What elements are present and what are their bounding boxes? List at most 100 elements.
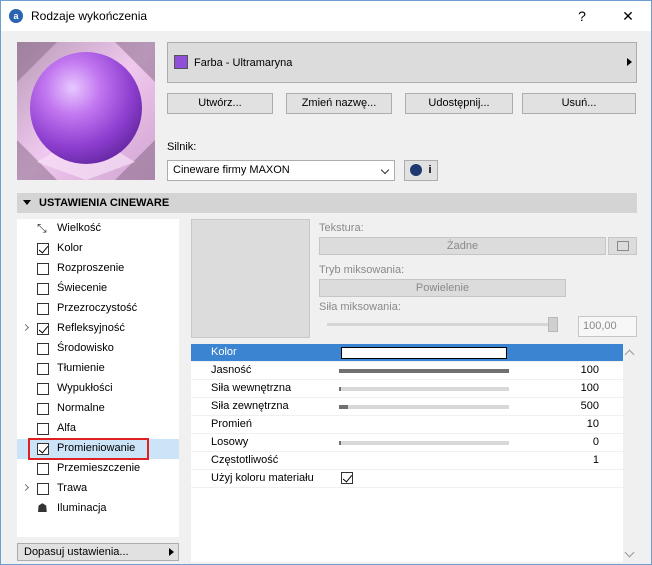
property-row-frequency[interactable]: Częstotliwość 1 <box>191 452 623 470</box>
channel-checkbox[interactable] <box>37 263 49 275</box>
channel-item-transparency[interactable]: Przezroczystość <box>17 299 179 319</box>
channel-label: Kolor <box>57 242 83 254</box>
property-row-radius[interactable]: Promień 10 <box>191 416 623 434</box>
texture-preview <box>191 219 310 338</box>
property-name: Siła zewnętrzna <box>211 400 289 412</box>
channel-checkbox[interactable] <box>37 383 49 395</box>
blend-strength-input[interactable]: 100,00 <box>578 316 637 337</box>
property-name: Użyj koloru materiału <box>211 472 314 484</box>
blend-strength-label: Siła miksowania: <box>319 301 401 313</box>
property-row-color[interactable]: Kolor <box>191 344 623 362</box>
channel-label: Trawa <box>57 482 88 494</box>
channel-item-bump[interactable]: Wypukłości <box>17 379 179 399</box>
property-name: Losowy <box>211 436 249 448</box>
property-row-brightness[interactable]: Jasność 100 <box>191 362 623 380</box>
channel-checkbox[interactable] <box>37 403 49 415</box>
window-title: Rodzaje wykończenia <box>31 9 148 23</box>
channel-checkbox[interactable] <box>37 303 49 315</box>
rename-button[interactable]: Zmień nazwę... <box>286 93 392 114</box>
property-name: Częstotliwość <box>211 454 279 466</box>
inner-strength-slider-fill <box>339 387 341 391</box>
blend-strength-slider[interactable] <box>327 323 557 326</box>
help-button[interactable]: ? <box>559 1 605 31</box>
outer-strength-slider-fill <box>339 405 348 409</box>
property-row-outer-strength[interactable]: Siła zewnętrzna 500 <box>191 398 623 416</box>
selection-highlight-annotation <box>28 438 149 460</box>
channel-item-normal[interactable]: Normalne <box>17 399 179 419</box>
use-material-color-checkbox[interactable] <box>341 472 353 484</box>
property-row-inner-strength[interactable]: Siła wewnętrzna 100 <box>191 380 623 398</box>
create-button[interactable]: Utwórz... <box>167 93 273 114</box>
channel-item-alpha[interactable]: Alfa <box>17 419 179 439</box>
channel-label: Rozproszenie <box>57 262 125 274</box>
channel-checkbox[interactable] <box>37 363 49 375</box>
share-button[interactable]: Udostępnij... <box>405 93 513 114</box>
property-value[interactable]: 1 <box>593 454 599 466</box>
channel-list: ⤡ Wielkość Kolor Rozproszenie Świecenie … <box>17 219 179 537</box>
inner-strength-slider[interactable] <box>339 387 509 391</box>
material-selector[interactable]: Farba - Ultramaryna <box>167 42 637 83</box>
channel-item-size[interactable]: ⤡ Wielkość <box>17 219 179 239</box>
channel-label: Normalne <box>57 402 105 414</box>
blend-strength-slider-thumb[interactable] <box>548 317 558 332</box>
random-slider-fill <box>339 441 341 445</box>
engine-info-button[interactable]: i <box>404 160 438 181</box>
channel-item-fog[interactable]: Tłumienie <box>17 359 179 379</box>
channel-label: Środowisko <box>57 342 114 354</box>
texture-browse-button[interactable] <box>608 237 637 255</box>
channel-item-diffusion[interactable]: Rozproszenie <box>17 259 179 279</box>
channel-checkbox[interactable] <box>37 463 49 475</box>
texture-select-button[interactable]: Żadne <box>319 237 606 255</box>
brightness-slider[interactable] <box>339 369 509 373</box>
property-value[interactable]: 0 <box>593 436 599 448</box>
illumination-icon: ☗ <box>37 501 48 515</box>
channel-item-environment[interactable]: Środowisko <box>17 339 179 359</box>
property-value[interactable]: 100 <box>581 382 599 394</box>
blend-mode-select[interactable]: Powielenie <box>319 279 566 297</box>
property-name: Promień <box>211 418 252 430</box>
brightness-slider-fill <box>339 369 509 373</box>
cineware-settings-header[interactable]: USTAWIENIA CINEWARE <box>17 193 637 213</box>
channel-label: Wypukłości <box>57 382 113 394</box>
material-swatch <box>174 55 188 69</box>
channel-checkbox[interactable] <box>37 483 49 495</box>
engine-select-value: Cineware firmy MAXON <box>173 164 290 176</box>
property-name: Jasność <box>211 364 252 376</box>
random-slider[interactable] <box>339 441 509 445</box>
chevron-down-icon <box>380 165 390 175</box>
properties-scrollbar[interactable] <box>623 344 637 562</box>
expand-chevron-icon[interactable] <box>21 483 30 492</box>
property-row-use-material-color[interactable]: Użyj koloru materiału <box>191 470 623 488</box>
app-logo-icon: a <box>9 9 23 23</box>
property-value[interactable]: 500 <box>581 400 599 412</box>
channel-item-displacement[interactable]: Przemieszczenie <box>17 459 179 479</box>
section-title: USTAWIENIA CINEWARE <box>39 197 170 209</box>
channel-item-luminance[interactable]: Świecenie <box>17 279 179 299</box>
channel-label: Świecenie <box>57 282 108 294</box>
outer-strength-slider[interactable] <box>339 405 509 409</box>
color-picker-field[interactable] <box>341 347 507 359</box>
channel-label: Wielkość <box>57 222 102 234</box>
material-preview <box>17 42 155 180</box>
channel-checkbox[interactable] <box>37 243 49 255</box>
channel-item-reflectance[interactable]: Refleksyjność <box>17 319 179 339</box>
channel-checkbox[interactable] <box>37 343 49 355</box>
channel-label: Alfa <box>57 422 76 434</box>
expand-chevron-icon[interactable] <box>21 323 30 332</box>
material-name: Farba - Ultramaryna <box>194 57 293 69</box>
scroll-up-icon[interactable] <box>624 349 635 360</box>
close-button[interactable]: ✕ <box>605 1 651 31</box>
channel-checkbox[interactable] <box>37 323 49 335</box>
property-value[interactable]: 10 <box>587 418 599 430</box>
engine-select[interactable]: Cineware firmy MAXON <box>167 160 395 181</box>
channel-item-color[interactable]: Kolor <box>17 239 179 259</box>
channel-checkbox[interactable] <box>37 283 49 295</box>
scroll-down-icon[interactable] <box>624 547 635 558</box>
property-value[interactable]: 100 <box>581 364 599 376</box>
channel-item-illumination[interactable]: ☗ Iluminacja <box>17 499 179 519</box>
property-row-random[interactable]: Losowy 0 <box>191 434 623 452</box>
adjust-settings-button[interactable]: Dopasuj ustawienia... <box>17 543 179 561</box>
channel-item-grass[interactable]: Trawa <box>17 479 179 499</box>
channel-checkbox[interactable] <box>37 423 49 435</box>
delete-button[interactable]: Usuń... <box>522 93 636 114</box>
